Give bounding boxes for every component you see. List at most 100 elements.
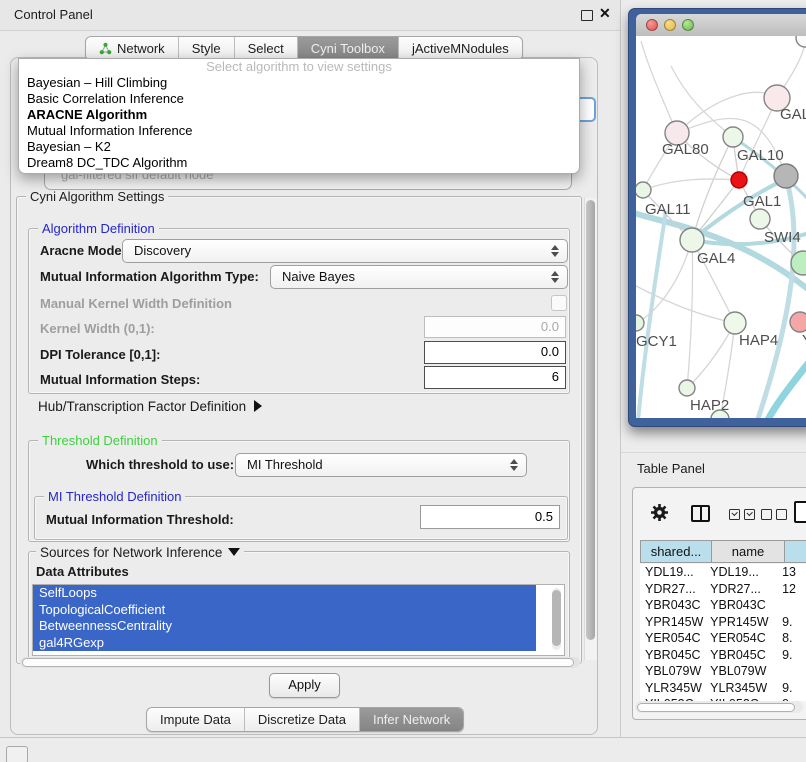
- algorithm-option-basic-correlation-inference[interactable]: Basic Correlation Inference: [19, 91, 579, 107]
- float-window-icon[interactable]: [581, 10, 593, 21]
- network-node[interactable]: [796, 36, 806, 47]
- tab-label: jActiveMNodules: [412, 41, 509, 56]
- data-attributes-label: Data Attributes: [36, 564, 129, 579]
- tab-select[interactable]: Select: [234, 37, 297, 60]
- table-horizontal-scrollbar[interactable]: [635, 701, 803, 713]
- table-cell: YLR345W: [707, 680, 777, 697]
- network-node-hap4[interactable]: [724, 312, 746, 334]
- network-node-hap2[interactable]: [679, 380, 695, 396]
- tab-impute-data[interactable]: Impute Data: [147, 708, 244, 731]
- algorithm-option-bayesian-hill-climbing[interactable]: Bayesian – Hill Climbing: [19, 75, 579, 91]
- network-node[interactable]: [774, 164, 798, 188]
- tab-label: Infer Network: [373, 712, 450, 727]
- mi-steps-field[interactable]: 6: [424, 366, 566, 389]
- unchecked-pair-icon[interactable]: [761, 509, 787, 520]
- collapse-down-icon: [228, 548, 240, 556]
- algorithm-dropdown-placeholder: Select algorithm to view settings: [19, 59, 579, 75]
- algorithm-option-mutual-information-inference[interactable]: Mutual Information Inference: [19, 123, 579, 139]
- tab-jactivemnodules[interactable]: jActiveMNodules: [398, 37, 522, 60]
- table-horizontal-thumb[interactable]: [637, 703, 795, 712]
- tab-discretize-data[interactable]: Discretize Data: [244, 708, 359, 731]
- table-cell: YBL079W: [707, 663, 777, 680]
- expand-right-icon: [254, 400, 262, 412]
- columns-icon[interactable]: [691, 505, 710, 522]
- network-node-gal11[interactable]: [636, 182, 651, 198]
- attr-list-scrollbar-thumb[interactable]: [552, 590, 561, 646]
- table-cell: YBR045C: [707, 647, 777, 664]
- settings-horizontal-scrollbar[interactable]: [20, 657, 580, 668]
- table-cell: 9.: [777, 647, 806, 664]
- kernel-width-field[interactable]: 0.0: [424, 316, 566, 338]
- network-window-titlebar[interactable]: [636, 14, 806, 37]
- table-cell: YDR27...: [640, 581, 707, 598]
- data-attribute-option[interactable]: gal4RGexp: [33, 635, 536, 652]
- table-row[interactable]: YDR27...YDR27...12: [640, 581, 806, 598]
- checked-pair-icon[interactable]: [729, 509, 755, 520]
- apply-button[interactable]: Apply: [269, 673, 340, 698]
- attr-list-scrollbar[interactable]: [552, 588, 561, 650]
- settings-horizontal-thumb[interactable]: [22, 658, 574, 667]
- network-node-label: SWI4: [764, 229, 801, 246]
- table-cell: 13: [777, 564, 806, 581]
- table-row[interactable]: YBR043CYBR043C: [640, 597, 806, 614]
- network-node-label: GAL11: [645, 201, 691, 218]
- zoom-traffic-light-icon[interactable]: [682, 19, 694, 31]
- network-canvas[interactable]: GALGAL80GAL10GAL11GAL1GAL4SWI4GCY1HAP4YH…: [636, 36, 806, 418]
- aracne-mode-combo[interactable]: Discovery: [122, 239, 568, 263]
- tab-cyni-toolbox[interactable]: Cyni Toolbox: [297, 37, 398, 60]
- tab-label: Cyni Toolbox: [311, 41, 385, 56]
- which-threshold-combo[interactable]: MI Threshold: [235, 453, 527, 477]
- kernel-width-label: Kernel Width (0,1):: [40, 321, 155, 336]
- table-cell: YDL19...: [707, 564, 777, 581]
- data-attribute-option[interactable]: SelfLoops: [33, 585, 536, 602]
- table-row[interactable]: YDL19...YDL19...13: [640, 564, 806, 581]
- settings-scrollbar-thumb[interactable]: [586, 200, 595, 640]
- control-panel-title: Control Panel: [14, 7, 93, 22]
- sources-expander[interactable]: Sources for Network Inference: [36, 544, 244, 562]
- network-node-gal1[interactable]: [750, 209, 770, 229]
- table-row[interactable]: YLR345WYLR345W9.: [640, 680, 806, 697]
- tab-style[interactable]: Style: [178, 37, 234, 60]
- column-header-shared[interactable]: shared...: [641, 541, 711, 562]
- column-header-name[interactable]: name: [711, 541, 784, 562]
- algorithm-option-aracne-algorithm[interactable]: ARACNE Algorithm: [19, 107, 579, 123]
- network-edge: [643, 179, 739, 190]
- aracne-mode-label: Aracne Mode:: [40, 243, 126, 258]
- data-attributes-list[interactable]: SelfLoopsTopologicalCoefficientBetweenne…: [32, 584, 565, 656]
- tab-infer-network[interactable]: Infer Network: [359, 708, 463, 731]
- network-node-gcy1[interactable]: [636, 315, 644, 331]
- column-header-2[interactable]: [784, 541, 806, 562]
- data-attribute-option[interactable]: BetweennessCentrality: [33, 618, 536, 635]
- mi-threshold-field[interactable]: 0.5: [420, 505, 560, 529]
- dpi-tolerance-field[interactable]: 0.0: [424, 341, 566, 364]
- table-row[interactable]: YBL079WYBL079W: [640, 663, 806, 680]
- mi-steps-label: Mutual Information Steps:: [40, 372, 200, 387]
- close-icon[interactable]: ✕: [599, 5, 611, 22]
- close-traffic-light-icon[interactable]: [646, 19, 658, 31]
- cyni-algorithm-settings-title: Cyni Algorithm Settings: [26, 189, 168, 204]
- data-attribute-option[interactable]: TopologicalCoefficient: [33, 602, 536, 619]
- table-row[interactable]: YBR045CYBR045C9.: [640, 647, 806, 664]
- network-edge: [636, 240, 692, 323]
- corner-grip-button[interactable]: [6, 746, 28, 762]
- hub-definition-expander[interactable]: Hub/Transcription Factor Definition: [38, 398, 262, 416]
- algorithm-option-dream8-dc-tdc-algorithm[interactable]: Dream8 DC_TDC Algorithm: [19, 155, 579, 171]
- network-node-label: GAL: [780, 106, 806, 123]
- network-edge: [638, 211, 666, 418]
- network-node-gal4[interactable]: [680, 228, 704, 252]
- tab-network[interactable]: Network: [86, 37, 178, 60]
- document-icon[interactable]: [794, 501, 806, 523]
- table-row[interactable]: YPR145WYPR145W9.: [640, 614, 806, 631]
- algorithm-option-bayesian-k2[interactable]: Bayesian – K2: [19, 139, 579, 155]
- table-row[interactable]: YER054CYER054C8.: [640, 630, 806, 647]
- manual-kernel-width-checkbox[interactable]: [551, 295, 567, 311]
- network-node-label: GAL1: [743, 193, 781, 210]
- network-node-y[interactable]: [790, 312, 806, 332]
- table-cell: YBL079W: [640, 663, 707, 680]
- table-panel-title: Table Panel: [637, 461, 705, 476]
- network-node[interactable]: [731, 172, 747, 188]
- gear-icon[interactable]: [650, 503, 669, 522]
- mi-algorithm-type-combo[interactable]: Naive Bayes: [270, 265, 568, 289]
- minimize-traffic-light-icon[interactable]: [664, 19, 676, 31]
- network-node-gal10[interactable]: [723, 127, 743, 147]
